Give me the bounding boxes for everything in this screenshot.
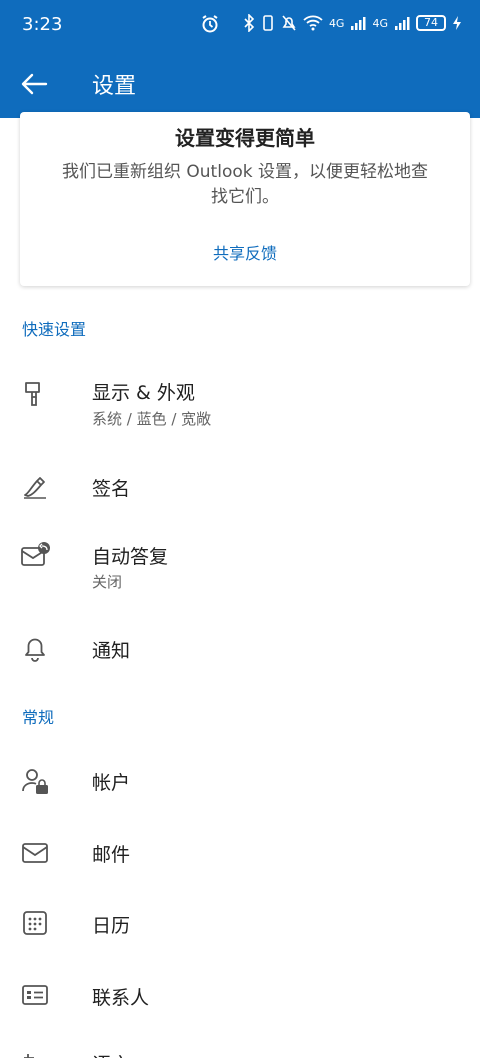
signal-icon <box>351 17 366 30</box>
calendar-icon <box>20 908 50 938</box>
bell-icon <box>20 634 50 664</box>
status-time: 3:23 <box>22 14 63 35</box>
section-quick-settings: 快速设置 <box>22 320 87 339</box>
settings-item-language[interactable]: 语言 <box>0 1036 480 1058</box>
settings-item-label: 帐户 <box>92 772 131 794</box>
settings-item-calendar[interactable]: 日历 <box>0 892 480 956</box>
settings-item-label: 显示 & 外观 <box>92 382 195 404</box>
auto-reply-mail-icon <box>20 540 50 570</box>
settings-item-label: 通知 <box>92 640 131 662</box>
network-label-1: 4G <box>328 16 345 30</box>
contact-card-icon <box>20 980 50 1010</box>
settings-item-accounts[interactable]: 帐户 <box>0 748 480 814</box>
settings-item-contacts[interactable]: 联系人 <box>0 964 480 1028</box>
card-description: 我们已重新组织 Outlook 设置，以便更轻松地查找它们。 <box>62 162 428 207</box>
back-arrow-icon[interactable] <box>18 70 50 98</box>
settings-item-mail[interactable]: 邮件 <box>0 822 480 884</box>
alarm-icon <box>200 14 220 38</box>
share-feedback-link[interactable]: 共享反馈 <box>20 240 470 264</box>
settings-item-label: 日历 <box>92 915 131 937</box>
paintbrush-icon <box>20 380 50 410</box>
account-icon <box>20 766 50 796</box>
settings-item-auto-reply[interactable]: 自动答复 关闭 <box>0 528 480 608</box>
page-title: 设置 <box>92 74 137 99</box>
settings-item-label: 联系人 <box>92 987 150 1009</box>
signature-pen-icon <box>20 472 50 502</box>
language-icon <box>20 1050 50 1058</box>
mail-icon <box>20 838 50 868</box>
charging-icon <box>453 16 461 30</box>
app-bar: 设置 <box>0 50 480 118</box>
network-label-2: 4G <box>372 16 388 30</box>
settings-item-label: 自动答复 <box>92 546 169 568</box>
settings-item-value: 系统 / 蓝色 / 宽敞 <box>92 410 212 428</box>
bluetooth-icon <box>244 14 255 32</box>
settings-item-signature[interactable]: 签名 <box>0 454 480 516</box>
vibrate-icon <box>263 15 273 31</box>
section-general: 常规 <box>22 708 55 727</box>
settings-item-notifications[interactable]: 通知 <box>0 616 480 682</box>
settings-item-label: 邮件 <box>92 844 131 866</box>
settings-item-value: 关闭 <box>92 573 123 591</box>
signal-icon-2 <box>395 17 410 30</box>
mute-icon <box>282 15 296 31</box>
status-icons: 4G 4G 74 <box>243 14 462 32</box>
card-heading: 设置变得更简单 <box>175 126 315 150</box>
settings-item-display[interactable]: 显示 & 外观 系统 / 蓝色 / 宽敞 <box>0 362 480 442</box>
settings-item-label: 语言 <box>92 1050 130 1058</box>
status-bar: 3:23 4G 4G 74 <box>0 0 480 50</box>
battery-indicator: 74 <box>416 15 446 31</box>
settings-item-label: 签名 <box>92 478 131 500</box>
settings-tip-card: 设置变得更简单 我们已重新组织 Outlook 设置，以便更轻松地查找它们。 共… <box>20 112 470 286</box>
wifi-icon <box>303 15 323 31</box>
